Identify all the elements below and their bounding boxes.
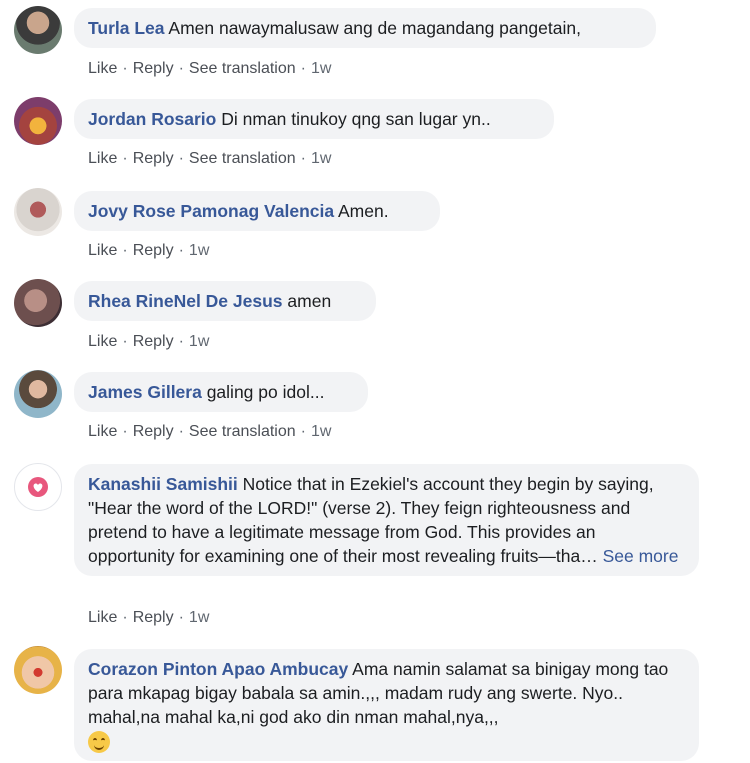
separator: · [122,242,128,259]
comment-timestamp[interactable]: 1w [189,333,209,350]
separator: · [122,150,128,167]
comment-timestamp[interactable]: 1w [311,60,331,77]
separator: · [122,423,128,440]
see-more-link[interactable]: See more [603,546,679,566]
comment-bubble: James Gillera galing po idol... [74,372,368,412]
comment-text: galing po idol... [206,382,325,402]
comment-bubble: Jovy Rose Pamonag Valencia Amen. [74,191,440,231]
reply-button[interactable]: Reply [133,333,174,350]
comment-text: Di nman tinukoy qng san lugar yn.. [221,109,491,129]
separator: · [178,423,184,440]
reply-button[interactable]: Reply [133,609,174,626]
comment-timestamp[interactable]: 1w [189,242,209,259]
avatar[interactable] [14,97,62,145]
smiling-face-emoji [88,731,110,754]
comment-text: Amen. [338,201,389,221]
separator: · [122,60,128,77]
comment-bubble: Corazon Pinton Apao Ambucay Ama namin sa… [74,649,699,762]
avatar[interactable] [14,463,62,511]
comment-author[interactable]: Jovy Rose Pamonag Valencia [88,201,334,221]
avatar[interactable] [14,370,62,418]
comment-timestamp[interactable]: 1w [311,423,331,440]
comment-text: amen [287,291,332,311]
see-translation-button[interactable]: See translation [189,150,296,167]
reply-button[interactable]: Reply [133,150,174,167]
comment-actions: Like · Reply · 1w [88,608,209,628]
comment-author[interactable]: Turla Lea [88,18,165,38]
comment-author[interactable]: Corazon Pinton Apao Ambucay [88,659,348,679]
comment-actions: Like · Reply · See translation · 1w [88,59,331,79]
avatar[interactable] [14,188,62,236]
avatar[interactable] [14,646,62,694]
like-button[interactable]: Like [88,423,117,440]
comment-text: Amen nawaymalusaw ang de magandang pange… [168,18,581,38]
comment-author[interactable]: Rhea RineNel De Jesus [88,291,283,311]
like-button[interactable]: Like [88,150,117,167]
reply-button[interactable]: Reply [133,423,174,440]
separator: · [178,60,184,77]
separator: · [178,242,184,259]
comment-timestamp[interactable]: 1w [189,609,209,626]
comment-bubble: Kanashii Samishii Notice that in Ezekiel… [74,464,699,576]
avatar[interactable] [14,279,62,327]
separator: · [122,333,128,350]
avatar[interactable] [14,6,62,54]
comment-actions: Like · Reply · See translation · 1w [88,149,331,169]
comment-author[interactable]: Jordan Rosario [88,109,216,129]
separator: · [178,333,184,350]
reply-button[interactable]: Reply [133,60,174,77]
separator: · [300,423,306,440]
see-translation-button[interactable]: See translation [189,423,296,440]
comment-bubble: Jordan Rosario Di nman tinukoy qng san l… [74,99,554,139]
comment-actions: Like · Reply · 1w [88,332,209,352]
like-button[interactable]: Like [88,609,117,626]
separator: · [178,609,184,626]
comment-bubble: Rhea RineNel De Jesus amen [74,281,376,321]
separator: · [300,60,306,77]
comment-author[interactable]: James Gillera [88,382,202,402]
comment-timestamp[interactable]: 1w [311,150,331,167]
like-button[interactable]: Like [88,60,117,77]
comment-author[interactable]: Kanashii Samishii [88,474,238,494]
comment-bubble: Turla Lea Amen nawaymalusaw ang de magan… [74,8,656,48]
comment-actions: Like · Reply · 1w [88,241,209,261]
reply-button[interactable]: Reply [133,242,174,259]
see-translation-button[interactable]: See translation [189,60,296,77]
separator: · [300,150,306,167]
separator: · [178,150,184,167]
comment-actions: Like · Reply · See translation · 1w [88,422,331,442]
like-button[interactable]: Like [88,333,117,350]
separator: · [122,609,128,626]
like-button[interactable]: Like [88,242,117,259]
heart-icon [28,477,48,497]
